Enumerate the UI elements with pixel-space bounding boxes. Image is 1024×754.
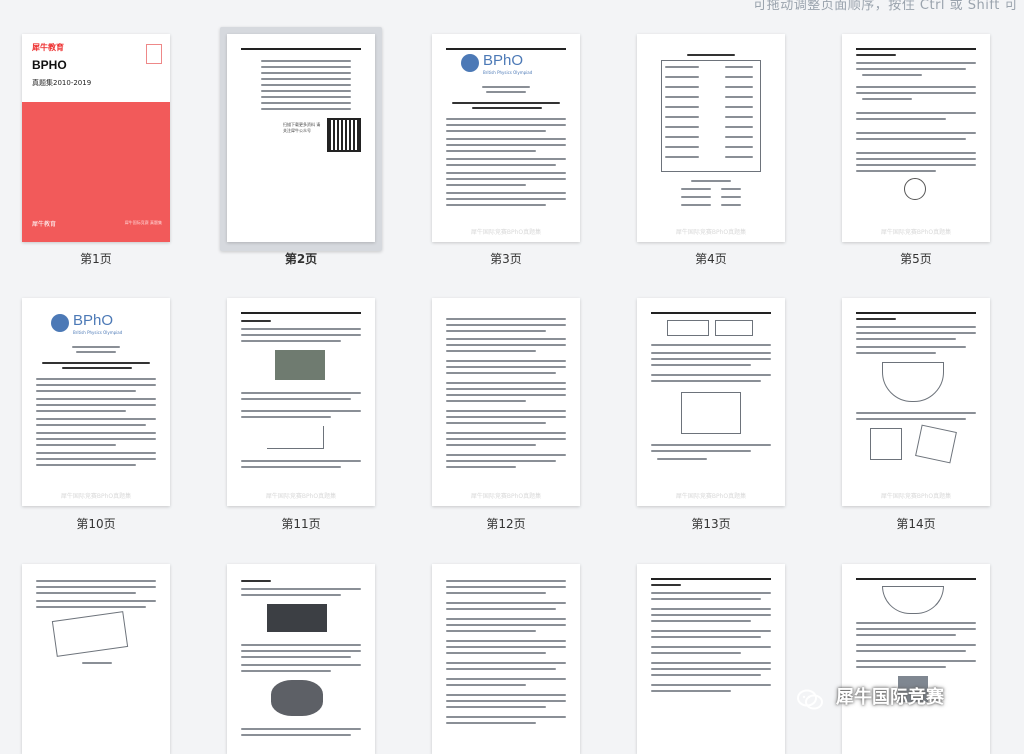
qr-code-icon bbox=[327, 118, 361, 152]
bpho-logo-text: BPhO bbox=[483, 52, 524, 69]
comet-photo bbox=[267, 604, 327, 632]
page-thumbnail-grid: 犀牛教育 BPHO 真题集2010-2019 犀牛教育 犀牛国际竞赛 真题集 第… bbox=[0, 0, 1024, 754]
wechat-icon bbox=[797, 689, 823, 710]
optics-figure bbox=[51, 611, 129, 657]
page-thumbnail-19[interactable] bbox=[842, 564, 990, 754]
page-watermark: 犀牛国际竞赛BPhO真题集 bbox=[675, 493, 747, 500]
cover-logo: 犀牛教育 bbox=[32, 221, 57, 228]
cover-red-panel: 犀牛教育 犀牛国际竞赛 真题集 bbox=[22, 102, 170, 242]
page-thumbnail-12[interactable]: 犀牛国际竞赛BPhO真题集 bbox=[432, 298, 580, 506]
page-watermark: 犀牛国际竞赛BPhO真题集 bbox=[470, 493, 542, 500]
page-label-5: 第5页 bbox=[900, 252, 932, 266]
page-thumbnail-11[interactable]: 犀牛国际竞赛BPhO真题集 bbox=[227, 298, 375, 506]
page-watermark: 犀牛国际竞赛BPhO真题集 bbox=[675, 229, 747, 236]
globe-icon bbox=[461, 54, 479, 72]
page-thumbnail-17[interactable] bbox=[432, 564, 580, 754]
page-label-10: 第10页 bbox=[76, 517, 116, 531]
cover-footer: 犀牛国际竞赛 真题集 bbox=[124, 220, 162, 225]
page-thumbnail-10[interactable]: BPhO British Physics Olympiad 犀牛国际竞赛BPhO… bbox=[22, 298, 170, 506]
asteroid-photo bbox=[271, 680, 323, 716]
lens-figure bbox=[882, 586, 944, 614]
bpho-logo-subtitle: British Physics Olympiad bbox=[483, 70, 533, 75]
bpho-logo-text: BPhO bbox=[73, 312, 114, 329]
hexagon-figure-icon bbox=[904, 178, 926, 200]
page-label-13: 第13页 bbox=[691, 517, 731, 531]
page-label-14: 第14页 bbox=[896, 517, 936, 531]
page-label-2: 第2页 bbox=[284, 252, 318, 266]
page-label-3: 第3页 bbox=[490, 252, 522, 266]
page-label-11: 第11页 bbox=[281, 517, 321, 531]
page-watermark: 犀牛国际竞赛BPhO真题集 bbox=[470, 229, 542, 236]
seal-icon bbox=[146, 44, 162, 64]
page-thumbnail-15[interactable] bbox=[22, 564, 170, 754]
page-thumbnail-16[interactable] bbox=[227, 564, 375, 754]
page-watermark: 犀牛国际竞赛BPhO真题集 bbox=[265, 493, 337, 500]
qr-caption: 扫描下载更多资料 请关注犀牛公众号 bbox=[283, 122, 321, 133]
page-thumbnail-2[interactable]: 扫描下载更多资料 请关注犀牛公众号 bbox=[227, 34, 375, 242]
page-thumbnail-4[interactable]: 犀牛国际竞赛BPhO真题集 bbox=[637, 34, 785, 242]
page-thumbnail-13[interactable]: 犀牛国际竞赛BPhO真题集 bbox=[637, 298, 785, 506]
bpho-logo: BPhO British Physics Olympiad bbox=[51, 312, 141, 336]
cover-subtitle: 真题集2010-2019 bbox=[32, 79, 92, 87]
page-thumbnail-14[interactable]: 犀牛国际竞赛BPhO真题集 bbox=[842, 298, 990, 506]
cube-figure bbox=[870, 428, 902, 460]
page-label-1: 第1页 bbox=[80, 252, 112, 266]
page-thumbnail-5[interactable]: 犀牛国际竞赛BPhO真题集 bbox=[842, 34, 990, 242]
globe-icon bbox=[51, 314, 69, 332]
cover-brand: 犀牛教育 bbox=[32, 43, 64, 52]
page-label-4: 第4页 bbox=[695, 252, 727, 266]
page-thumbnail-3[interactable]: BPhO British Physics Olympiad 犀牛国际竞赛BPhO… bbox=[432, 34, 580, 242]
bpho-logo: BPhO British Physics Olympiad bbox=[461, 52, 551, 76]
grid-table bbox=[681, 392, 741, 434]
circuit-figure bbox=[715, 320, 753, 336]
page-thumbnail-18[interactable] bbox=[637, 564, 785, 754]
cover-title: BPHO bbox=[32, 58, 67, 72]
cover-header: 犀牛教育 BPHO 真题集2010-2019 bbox=[22, 34, 170, 102]
dome-figure bbox=[882, 362, 944, 402]
page-watermark: 犀牛国际竞赛BPhO真题集 bbox=[60, 493, 132, 500]
page-label-12: 第12页 bbox=[486, 517, 526, 531]
page-thumbnail-1[interactable]: 犀牛教育 BPHO 真题集2010-2019 犀牛教育 犀牛国际竞赛 真题集 bbox=[22, 34, 170, 242]
photo-image bbox=[275, 350, 325, 380]
ramp-figure bbox=[267, 426, 324, 449]
page-watermark: 犀牛国际竞赛BPhO真题集 bbox=[880, 493, 952, 500]
bpho-logo-subtitle: British Physics Olympiad bbox=[73, 330, 123, 335]
page-watermark: 犀牛国际竞赛BPhO真题集 bbox=[880, 229, 952, 236]
circuit-figure bbox=[667, 320, 709, 336]
wechat-watermark: 犀牛国际竞赛 bbox=[836, 687, 944, 708]
cube-figure bbox=[915, 424, 957, 464]
